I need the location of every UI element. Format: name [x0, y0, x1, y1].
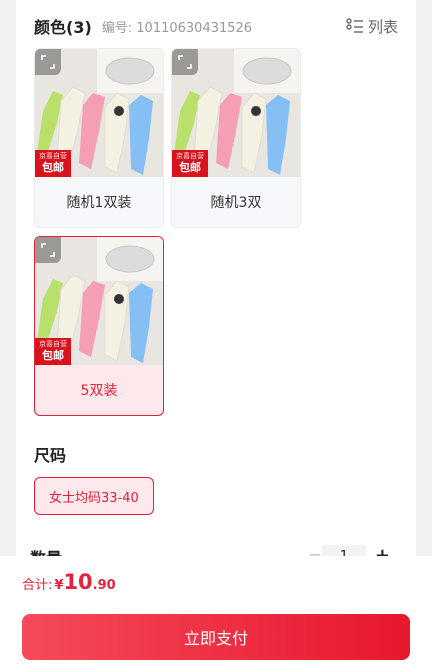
variant-label: 随机1双装 [66, 195, 132, 211]
price-integer: 10 [63, 570, 93, 594]
badge-store-text: 京喜自营 [39, 340, 67, 348]
zoom-icon[interactable] [35, 237, 61, 263]
currency-symbol: ¥ [54, 578, 64, 593]
order-total: 合计: ¥ 10 .90 [22, 570, 116, 594]
variant-thumbnail: 京喜自营 包邮 [35, 49, 163, 177]
list-view-label: 列表 [367, 17, 398, 36]
product-code: 编号: 10110630431526 [101, 20, 253, 36]
sku-selector-page: 颜色(3) 编号: 10110630431526 列表 京喜自营 包邮 随机1双… [0, 0, 432, 669]
variant-label: 5双装 [80, 383, 118, 399]
free-shipping-badge: 京喜自营 包邮 [35, 338, 71, 365]
total-label: 合计: [22, 578, 53, 593]
badge-store-text: 京喜自营 [39, 152, 67, 160]
variant-thumbnail: 京喜自营 包邮 [172, 49, 300, 177]
color-section-title: 颜色(3) [34, 18, 92, 37]
pay-now-button[interactable]: 立即支付 [22, 614, 410, 660]
size-section-title: 尺码 [34, 446, 67, 465]
sku-panel: 颜色(3) 编号: 10110630431526 列表 京喜自营 包邮 随机1双… [16, 0, 416, 560]
free-shipping-badge: 京喜自营 包邮 [35, 150, 71, 177]
free-shipping-badge: 京喜自营 包邮 [172, 150, 208, 177]
size-option-one-size[interactable]: 女士均码33-40 [34, 477, 154, 515]
variant-option-2[interactable]: 京喜自营 包邮 随机3双 [171, 48, 301, 228]
checkout-bar: 合计: ¥ 10 .90 立即支付 [0, 556, 432, 669]
badge-shipping-text: 包邮 [42, 161, 64, 174]
price-decimal: .90 [92, 578, 116, 593]
variant-option-1[interactable]: 京喜自营 包邮 随机1双装 [34, 48, 164, 228]
zoom-icon[interactable] [35, 49, 61, 75]
variant-thumbnail: 京喜自营 包邮 [35, 237, 163, 365]
variant-option-3[interactable]: 京喜自营 包邮 5双装 [34, 236, 164, 416]
list-icon [346, 18, 363, 33]
zoom-icon[interactable] [172, 49, 198, 75]
list-view-toggle[interactable]: 列表 [346, 16, 398, 37]
badge-shipping-text: 包邮 [42, 349, 64, 362]
badge-shipping-text: 包邮 [179, 161, 201, 174]
variant-label: 随机3双 [210, 195, 262, 211]
color-section-header: 颜色(3) 编号: 10110630431526 列表 [34, 14, 398, 38]
badge-store-text: 京喜自营 [176, 152, 204, 160]
